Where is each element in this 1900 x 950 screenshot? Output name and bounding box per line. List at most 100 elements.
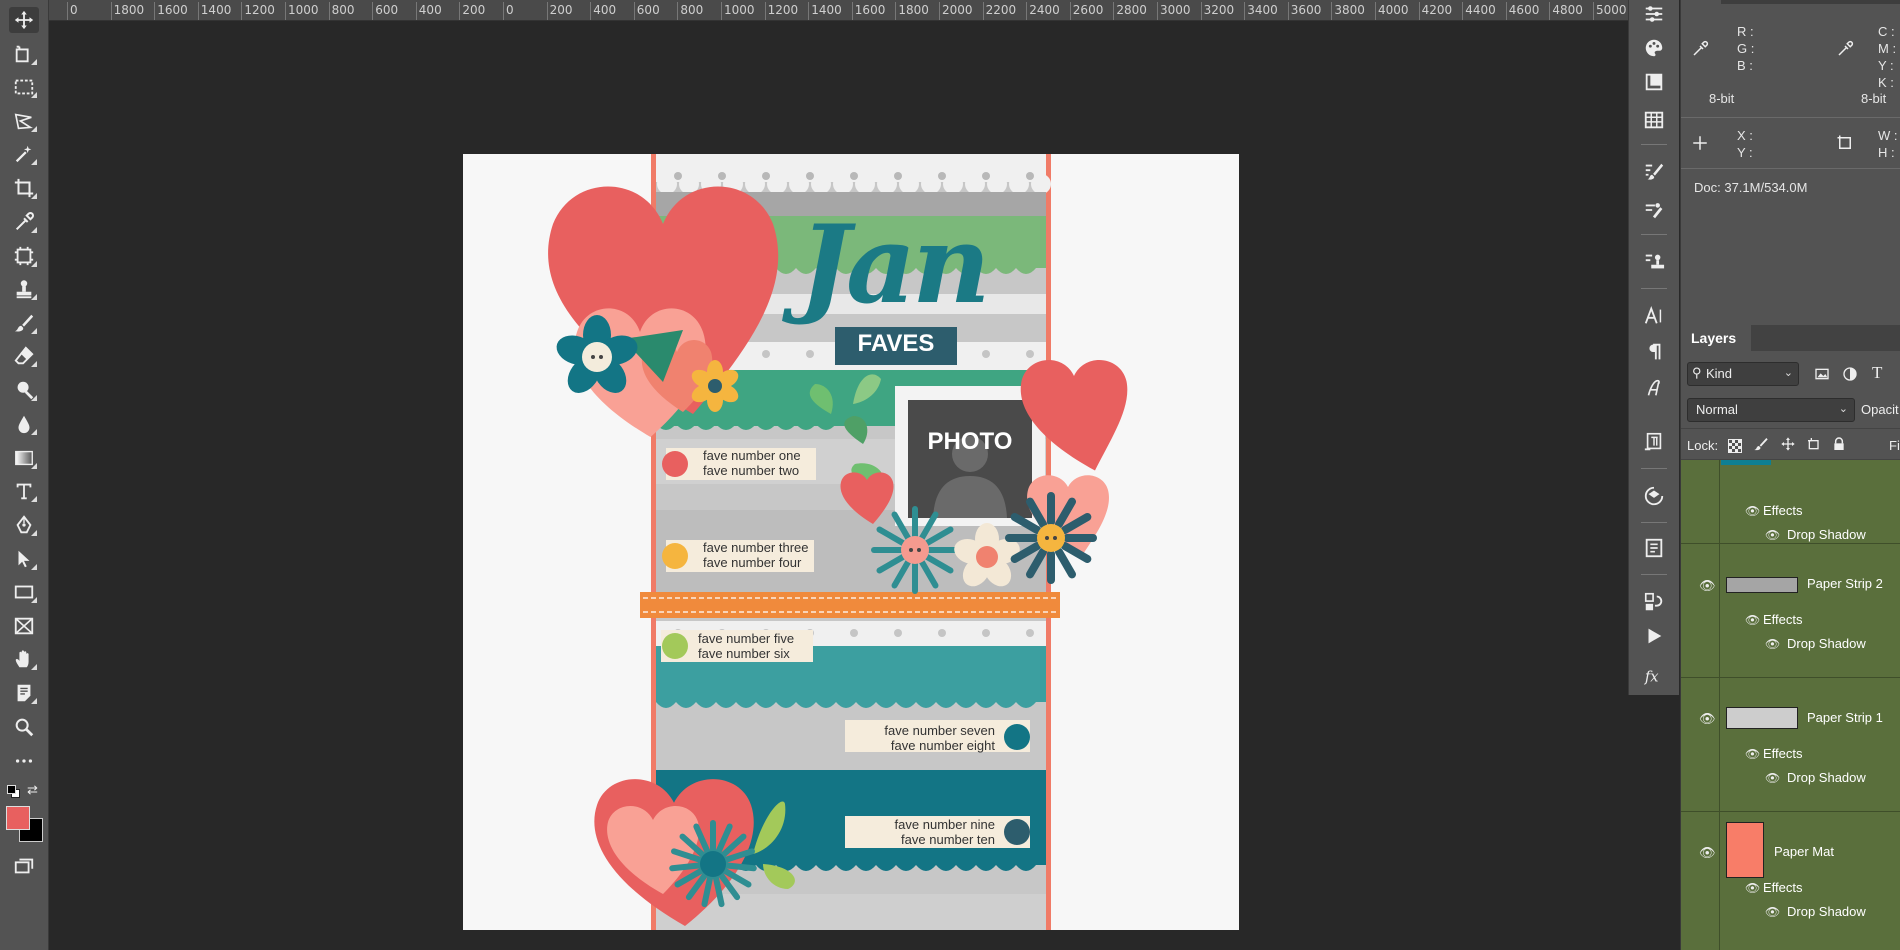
foreground-color-swatch[interactable] (6, 806, 30, 830)
eye-icon[interactable]: 👁 (1699, 578, 1716, 594)
eye-icon[interactable]: 👁 (1745, 881, 1760, 895)
history-panel-button[interactable] (1642, 590, 1666, 614)
ruler-tick (721, 2, 722, 20)
horizontal-ruler[interactable]: 0 1800 1600 1400 1200 1000 800 600 400 200 0 200 400… (48, 0, 1628, 21)
pen-tool[interactable] (9, 512, 39, 538)
stamp-tool[interactable] (9, 276, 39, 302)
frame-select-tool[interactable] (9, 243, 39, 269)
eye-icon[interactable]: 👁 (1765, 637, 1780, 651)
ruler-label: 600 (375, 3, 399, 17)
adjustments-panel-button[interactable] (1642, 2, 1666, 26)
crop-tool[interactable] (9, 175, 39, 201)
layer-paper-strip-1[interactable]: 👁 Paper Strip 1 👁 Effects 👁 Drop Shadow (1681, 678, 1900, 811)
move-icon (14, 10, 34, 30)
filter-pixel-icon[interactable] (1814, 366, 1830, 387)
glyphs-panel-button[interactable] (1642, 376, 1666, 400)
kind-filter-value: Kind (1706, 366, 1733, 381)
properties-panel-button[interactable] (1642, 536, 1666, 560)
styles-panel-button[interactable]: fx (1642, 664, 1666, 688)
eye-icon[interactable]: 👁 (1745, 504, 1760, 518)
ruler-label: 2800 (1116, 3, 1147, 17)
libraries-panel-button[interactable] (1642, 70, 1666, 94)
glyphs-icon (1647, 379, 1660, 396)
layer-effects-group[interactable]: 👁 Effects 👁 Drop Shadow (1681, 460, 1900, 543)
rectangle-tool[interactable] (9, 579, 39, 605)
screen-mode-button[interactable] (9, 853, 39, 879)
ruler-tick (1418, 2, 1420, 20)
layer-paper-strip-2[interactable]: 👁 Paper Strip 2 👁 Effects 👁 Drop Shadow (1681, 544, 1900, 677)
panel-icon-strip: fx (1628, 0, 1679, 695)
paragraph-styles-button[interactable] (1642, 430, 1666, 454)
ruler-tick (1113, 2, 1115, 20)
magic-wand-tool[interactable] (9, 141, 39, 167)
character-panel-button[interactable] (1642, 304, 1666, 328)
default-colors-icon[interactable] (7, 785, 20, 798)
ruler-tick (372, 2, 374, 20)
path-select-tool[interactable] (9, 546, 39, 572)
dodge-tool[interactable] (9, 377, 39, 403)
search-icon: ⚲ (1692, 365, 1702, 380)
lock-pixels-icon[interactable] (1753, 436, 1769, 457)
swatches-panel-button[interactable] (1642, 36, 1666, 60)
clone-source-button[interactable] (1642, 250, 1666, 274)
eye-icon[interactable]: 👁 (1765, 528, 1780, 542)
frame-tool[interactable] (9, 613, 39, 639)
eyedropper-tool[interactable] (9, 209, 39, 235)
character-icon (1644, 306, 1662, 324)
lock-position-icon[interactable] (1780, 436, 1796, 457)
eye-icon[interactable]: 👁 (1699, 711, 1716, 727)
ruler-tick (633, 2, 635, 20)
filter-adjustment-icon[interactable] (1842, 366, 1858, 387)
brushes-panel-button[interactable] (1642, 160, 1666, 184)
lock-artboard-icon[interactable] (1806, 436, 1822, 457)
tools-panel: ⇄ (0, 0, 49, 950)
kind-filter-select[interactable]: ⚲ Kind ⌄ (1687, 362, 1799, 386)
3d-panel-button[interactable] (1642, 484, 1666, 508)
ruler-label: 1000 (288, 3, 319, 17)
tag-line: fave number three (703, 540, 809, 555)
eye-icon[interactable]: 👁 (1765, 905, 1780, 919)
layers-tab[interactable]: Layers (1691, 330, 1736, 346)
ruler-label: 2000 (942, 3, 973, 17)
tag-text-4: fave number seven fave number eight (855, 723, 995, 753)
tag-line: fave number eight (890, 738, 995, 753)
eraser-tool[interactable] (9, 343, 39, 369)
edit-toolbar-button[interactable] (9, 748, 39, 774)
brush-tool[interactable] (9, 310, 39, 336)
blend-mode-select[interactable]: Normal ⌄ (1687, 398, 1855, 422)
actions-panel-button[interactable] (1642, 624, 1666, 648)
eye-icon[interactable]: 👁 (1745, 747, 1760, 761)
eye-icon[interactable]: 👁 (1699, 845, 1716, 861)
layer-paper-mat[interactable]: 👁 Paper Mat 👁 Effects 👁 Drop Shadow (1681, 812, 1900, 950)
hand-tool[interactable] (9, 646, 39, 672)
blend-mode-value: Normal (1696, 402, 1738, 417)
filter-type-icon[interactable]: T (1872, 363, 1882, 383)
ruler-label: 600 (636, 3, 660, 17)
table-panel-button[interactable] (1642, 108, 1666, 132)
blur-tool[interactable] (9, 411, 39, 437)
ruler-label: 2400 (1029, 3, 1060, 17)
bit-depth-left: 8-bit (1709, 91, 1735, 106)
eye-icon[interactable]: 👁 (1765, 771, 1780, 785)
document-canvas[interactable]: Jan FAVES PHOTO fave number one fave num… (463, 154, 1239, 930)
zoom-tool[interactable] (9, 714, 39, 740)
move-tool[interactable] (9, 7, 39, 33)
layer-name: Paper Strip 2 (1807, 576, 1883, 591)
brush-presets-button[interactable] (1642, 198, 1666, 222)
bit-depth-right: 8-bit (1861, 91, 1887, 106)
note-tool[interactable] (9, 680, 39, 706)
ruler-label: 3800 (1334, 3, 1365, 17)
gradient-tool[interactable] (9, 445, 39, 471)
paragraph-panel-button[interactable] (1642, 340, 1666, 364)
lock-transparent-icon[interactable] (1728, 439, 1742, 453)
swap-colors-icon[interactable]: ⇄ (27, 783, 41, 797)
eye-icon[interactable]: 👁 (1745, 613, 1760, 627)
ruler-tick (1157, 2, 1158, 20)
marquee-tool[interactable] (9, 74, 39, 100)
lasso-tool[interactable] (9, 108, 39, 134)
artboard-tool[interactable] (9, 41, 39, 67)
ruler-tick (197, 2, 199, 20)
lock-all-icon[interactable] (1831, 436, 1847, 457)
type-tool[interactable] (9, 478, 39, 504)
ruler-label: 3600 (1290, 3, 1322, 17)
